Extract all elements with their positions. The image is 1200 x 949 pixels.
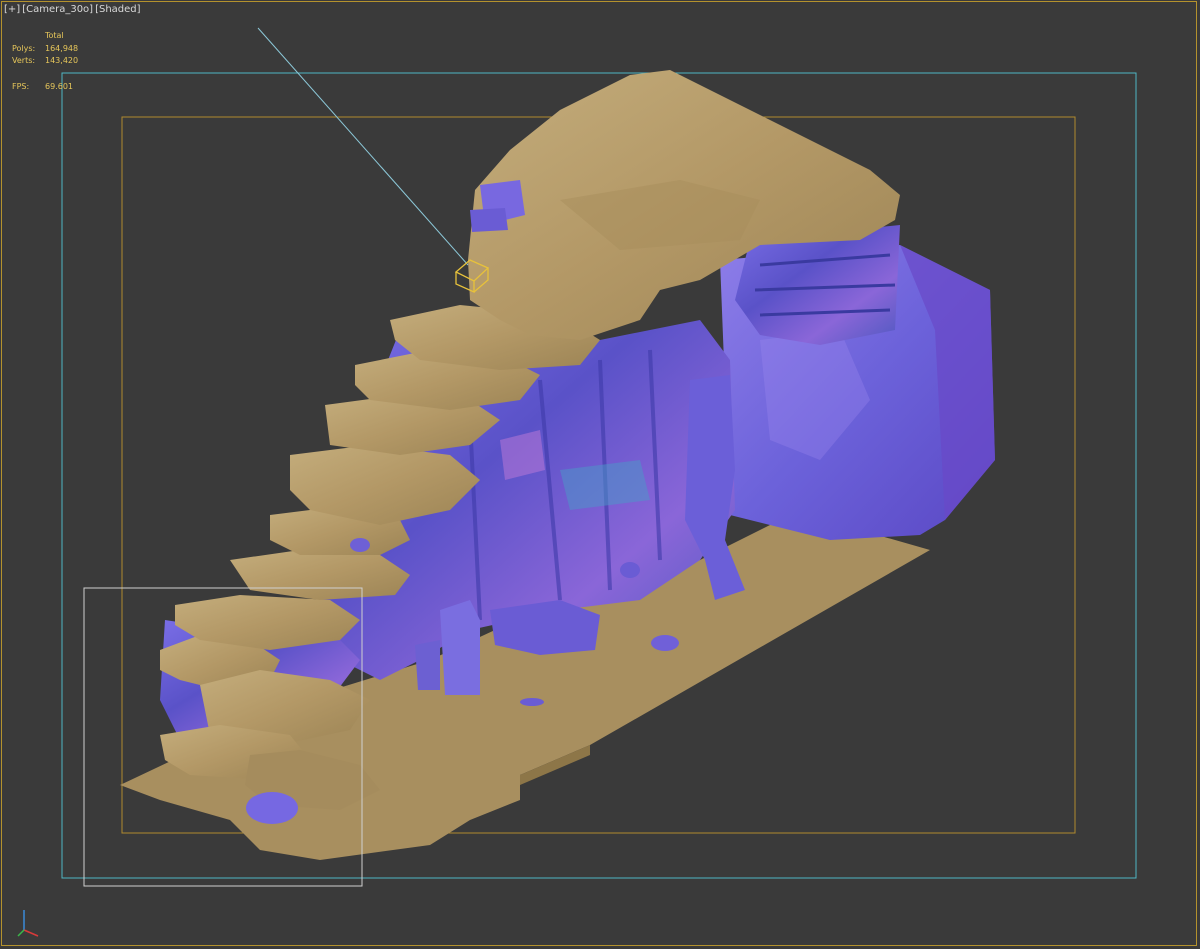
verts-value: 143,420 (45, 56, 79, 65)
viewport-camera-menu[interactable]: [Camera_30o] (22, 4, 93, 20)
polys-value: 164,948 (45, 43, 79, 53)
viewport-statistics: Total Polys: 164,948 Verts: 143,420 FPS:… (12, 30, 78, 93)
stats-total-label: Total (45, 31, 64, 40)
fps-value: 69.601 (45, 81, 73, 91)
verts-label: Verts: (12, 56, 36, 65)
3d-viewport[interactable]: [+] [Camera_30o] [Shaded] Total Polys: 1… (0, 0, 1200, 949)
camera-target-line (257, 27, 469, 266)
scene-render[interactable] (0, 0, 1200, 949)
viewport-plus-menu[interactable]: [+] (4, 4, 20, 20)
axis-tripod-icon (17, 910, 39, 937)
fps-label: FPS: (12, 81, 30, 91)
polys-label: Polys: (12, 43, 36, 53)
viewport-label-menu[interactable]: [+] [Camera_30o] [Shaded] (4, 4, 141, 20)
viewport-shading-menu[interactable]: [Shaded] (95, 4, 140, 20)
